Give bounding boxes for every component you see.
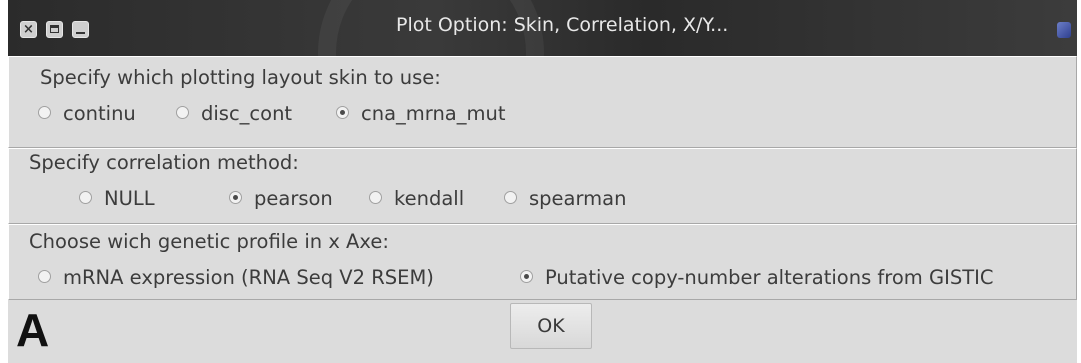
radio-icon[interactable] bbox=[38, 270, 51, 283]
ok-button[interactable]: OK bbox=[510, 303, 592, 349]
radio-icon[interactable] bbox=[369, 191, 382, 204]
correlation-heading: Specify correlation method: bbox=[29, 151, 299, 174]
button-bar: OK bbox=[8, 300, 1077, 363]
minimize-window-button[interactable] bbox=[72, 21, 89, 38]
figure-label: A bbox=[16, 304, 50, 356]
skin-option-disc-cont[interactable]: disc_cont bbox=[176, 102, 292, 125]
app-icon bbox=[1057, 22, 1071, 38]
skin-heading: Specify which plotting layout skin to us… bbox=[40, 66, 441, 89]
profile-option-mrna-expression[interactable]: mRNA expression (RNA Seq V2 RSEM) bbox=[38, 266, 434, 289]
close-window-button[interactable]: × bbox=[20, 21, 37, 38]
profile-heading: Choose wich genetic profile in x Axe: bbox=[29, 230, 389, 253]
correlation-panel: Specify correlation method: NULL pearson… bbox=[8, 148, 1077, 224]
skin-panel: Specify which plotting layout skin to us… bbox=[8, 56, 1077, 148]
profile-panel: Choose wich genetic profile in x Axe: mR… bbox=[8, 224, 1077, 300]
radio-selected-icon[interactable] bbox=[520, 270, 533, 283]
radio-icon[interactable] bbox=[38, 106, 51, 119]
profile-option-putative-cna[interactable]: Putative copy-number alterations from GI… bbox=[520, 266, 994, 289]
title-bar[interactable]: × Plot Option: Skin, Correlation, X/Y... bbox=[8, 0, 1077, 166]
plot-option-dialog: × Plot Option: Skin, Correlation, X/Y...… bbox=[8, 0, 1077, 363]
correlation-option-spearman[interactable]: spearman bbox=[504, 187, 626, 210]
radio-selected-icon[interactable] bbox=[229, 191, 242, 204]
maximize-window-button[interactable] bbox=[46, 21, 63, 38]
radio-icon[interactable] bbox=[504, 191, 517, 204]
correlation-option-null[interactable]: NULL bbox=[79, 187, 155, 210]
correlation-option-kendall[interactable]: kendall bbox=[369, 187, 464, 210]
skin-option-cna-mrna-mut[interactable]: cna_mrna_mut bbox=[336, 102, 506, 125]
window-title: Plot Option: Skin, Correlation, X/Y... bbox=[396, 14, 729, 36]
radio-icon[interactable] bbox=[176, 106, 189, 119]
radio-icon[interactable] bbox=[79, 191, 92, 204]
correlation-option-pearson[interactable]: pearson bbox=[229, 187, 333, 210]
skin-option-continu[interactable]: continu bbox=[38, 102, 136, 125]
radio-selected-icon[interactable] bbox=[336, 106, 349, 119]
